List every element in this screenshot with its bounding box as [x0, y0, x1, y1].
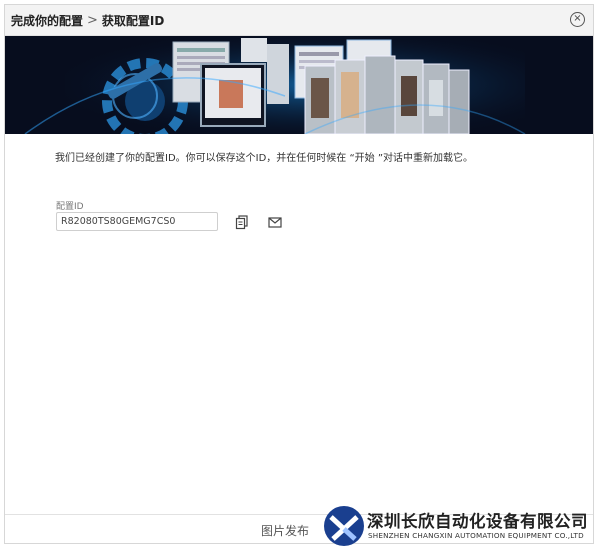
company-name: 深圳长欣自动化设备有限公司 [367, 512, 588, 531]
breadcrumb-separator: > [87, 12, 98, 28]
watermark-caption: 图片发布 [259, 522, 312, 539]
configuration-dialog: 完成你的配置 > 获取配置ID × 我们已经创建了你的配置ID。你可以保存这个I… [4, 4, 594, 544]
mail-icon[interactable] [267, 214, 283, 230]
banner-illustration [5, 36, 593, 134]
copy-icon[interactable] [234, 214, 250, 230]
header-banner-image [5, 36, 593, 134]
breadcrumb-complete-config[interactable]: 完成你的配置 [11, 12, 83, 29]
breadcrumb-get-config-id: 获取配置ID [101, 13, 165, 28]
config-created-message: 我们已经创建了你的配置ID。你可以保存这个ID，并在任何时候在 “开始 ”对话中… [55, 153, 474, 164]
company-name-english: SHENZHEN CHANGXIN AUTOMATION EQUIPMENT C… [368, 531, 584, 540]
config-id-label: 配置ID [56, 202, 84, 212]
company-logo-icon [323, 505, 365, 547]
dialog-titlebar: 完成你的配置 > 获取配置ID × [5, 5, 593, 36]
config-id-field[interactable] [56, 212, 218, 231]
close-icon[interactable]: × [570, 12, 585, 27]
